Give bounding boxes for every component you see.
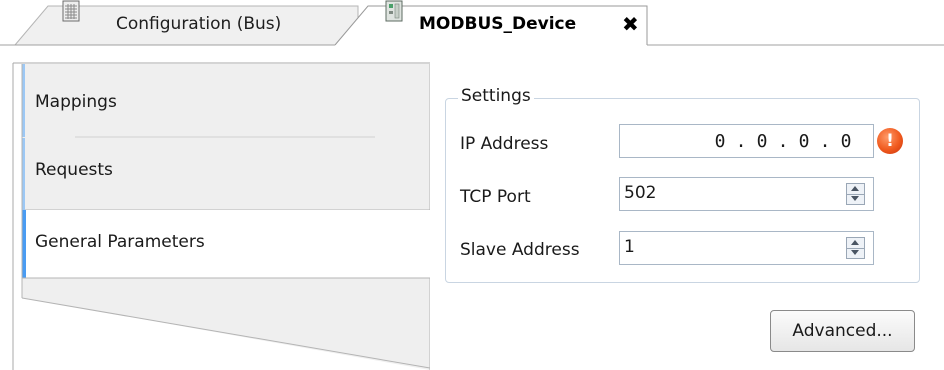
ip-octet-4[interactable]: 0	[835, 131, 857, 152]
tab-configuration-bus[interactable]: Configuration (Bus)	[116, 14, 281, 34]
ip-octet-1[interactable]: 0	[709, 131, 731, 152]
settings-group-title: Settings	[458, 86, 534, 106]
nav-item-requests[interactable]: Requests	[35, 160, 113, 180]
ip-octet-2[interactable]: 0	[751, 131, 773, 152]
tcp-port-label: TCP Port	[460, 187, 531, 207]
spin-down-arrow-icon[interactable]	[847, 194, 864, 204]
slave-address-value[interactable]: 1	[624, 237, 635, 257]
slave-address-spinner[interactable]: 1	[619, 231, 874, 265]
tcp-port-value[interactable]: 502	[624, 183, 656, 203]
general-accent	[22, 210, 26, 278]
advanced-button[interactable]: Advanced...	[770, 310, 915, 352]
device-icon	[385, 0, 403, 22]
slave-address-spin-buttons	[846, 237, 865, 259]
tab-modbus-device[interactable]: MODBUS_Device	[419, 14, 576, 34]
ip-separator: .	[819, 130, 831, 152]
ip-octet-3[interactable]: 0	[793, 131, 815, 152]
close-tab-icon[interactable]: ✖	[622, 12, 639, 36]
ip-separator: .	[735, 130, 747, 152]
tcp-port-spin-buttons	[846, 183, 865, 205]
spin-down-arrow-icon[interactable]	[847, 248, 864, 258]
editor-tab-strip: Configuration (Bus) MODBUS_Device ✖	[0, 0, 944, 50]
ip-address-label: IP Address	[460, 134, 549, 154]
nav-item-mappings[interactable]: Mappings	[35, 92, 117, 112]
error-exclamation-icon: !	[877, 128, 903, 154]
ip-separator: .	[777, 130, 789, 152]
nav-item-general-parameters[interactable]: General Parameters	[35, 232, 205, 252]
configuration-grid-icon	[62, 0, 80, 22]
tcp-port-spinner[interactable]: 502	[619, 177, 874, 211]
ip-address-field[interactable]: 0 . 0 . 0 . 0	[619, 124, 874, 158]
slave-address-label: Slave Address	[460, 240, 580, 260]
